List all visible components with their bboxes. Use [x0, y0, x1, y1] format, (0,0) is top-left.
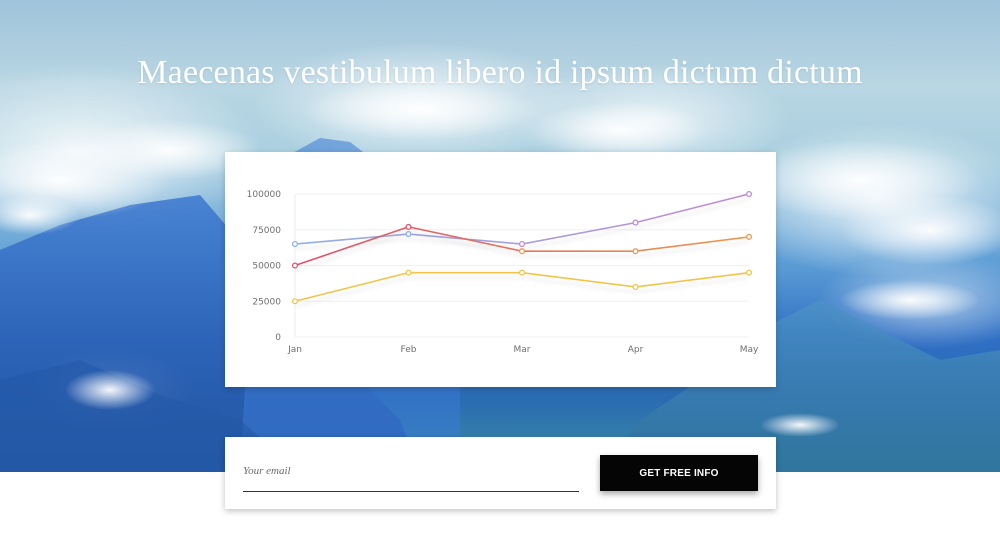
y-tick-label: 100000	[247, 190, 282, 200]
get-free-info-button[interactable]: GET FREE INFO	[600, 455, 758, 491]
x-tick-label: Jan	[287, 345, 302, 355]
x-tick-label: May	[740, 345, 759, 355]
chart-grid	[294, 193, 749, 338]
series-2-point	[745, 269, 753, 276]
email-input[interactable]	[243, 457, 579, 485]
series-line-2	[294, 271, 750, 303]
landing-page: Maecenas vestibulum libero id ipsum dict…	[0, 0, 1000, 534]
series-1-point	[291, 262, 299, 269]
series-0-point	[291, 241, 299, 248]
email-field-wrapper	[243, 457, 579, 492]
x-axis-ticks: Jan Feb Mar Apr May	[287, 345, 759, 355]
series-2-point	[405, 269, 412, 276]
y-tick-label: 75000	[252, 226, 281, 236]
y-tick-label: 0	[275, 333, 281, 343]
x-tick-label: Apr	[628, 345, 644, 355]
series-2-point	[632, 283, 639, 291]
series-1-point	[632, 248, 639, 255]
chart-card: 0 25000 50000 75000 100000 Jan Feb Mar Apr May	[225, 152, 776, 387]
series-1-point	[518, 248, 526, 255]
series-2-point	[518, 269, 526, 276]
series-1-point	[405, 223, 412, 230]
signup-form: GET FREE INFO	[225, 437, 776, 509]
line-chart: 0 25000 50000 75000 100000 Jan Feb Mar Apr May	[247, 190, 759, 355]
x-tick-label: Feb	[401, 345, 417, 355]
y-tick-label: 25000	[252, 297, 281, 307]
series-0-point	[632, 219, 639, 226]
chart-series	[291, 190, 753, 305]
series-1-point	[745, 233, 753, 240]
series-0-point	[518, 241, 526, 248]
x-tick-label: Mar	[514, 345, 531, 355]
y-axis-ticks: 0 25000 50000 75000 100000	[247, 190, 282, 343]
y-tick-label: 50000	[252, 262, 281, 272]
series-line-0	[294, 193, 750, 245]
series-2-point	[291, 298, 299, 305]
hero-title: Maecenas vestibulum libero id ipsum dict…	[137, 54, 863, 91]
series-0-point	[745, 190, 753, 198]
series-0-point	[405, 230, 412, 238]
